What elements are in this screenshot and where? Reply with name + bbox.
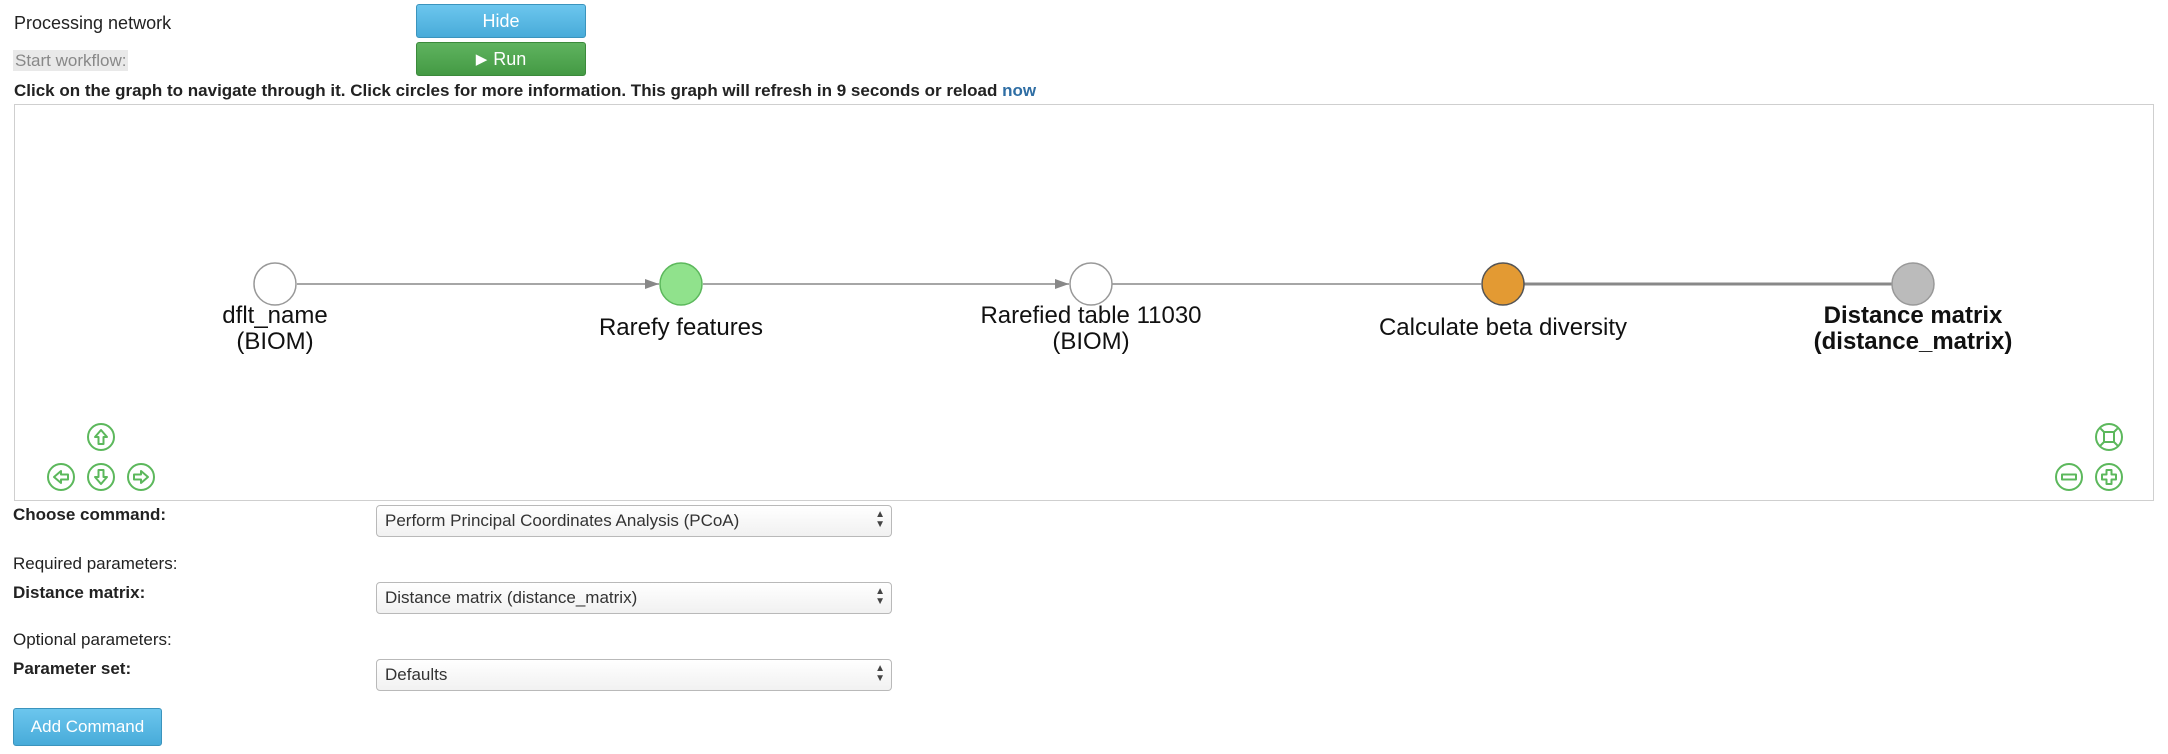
zoom-out-button[interactable]: [2055, 463, 2083, 491]
node-label-type: (distance_matrix): [1814, 328, 2013, 355]
distance-matrix-value: Distance matrix (distance_matrix): [385, 588, 638, 607]
select-arrows-icon: ▲ ▼: [875, 663, 885, 684]
parameter-set-label: Parameter set:: [13, 659, 132, 678]
pan-down-button[interactable]: [87, 463, 115, 491]
graph-instructions-text: Click on the graph to navigate through i…: [14, 81, 998, 100]
run-button[interactable]: ▶ Run: [416, 42, 586, 76]
node-dflt-name[interactable]: dflt_name (BIOM): [222, 262, 328, 355]
choose-command-label: Choose command:: [13, 505, 167, 524]
choose-command-value: Perform Principal Coordinates Analysis (…: [385, 511, 740, 530]
zoom-in-button[interactable]: [2095, 463, 2123, 491]
node-label: Calculate beta diversity: [1379, 314, 1627, 341]
fit-view-button[interactable]: [2095, 423, 2123, 451]
optional-parameters-heading: Optional parameters:: [13, 630, 172, 649]
distance-matrix-select[interactable]: Distance matrix (distance_matrix) ▲ ▼: [376, 582, 892, 614]
node-label: dflt_name: [222, 302, 327, 329]
node-distance-matrix[interactable]: Distance matrix (distance_matrix): [1814, 262, 2013, 355]
node-calculate-beta-diversity[interactable]: Calculate beta diversity: [1379, 262, 1627, 341]
parameter-set-value: Defaults: [385, 665, 448, 684]
required-parameters-heading: Required parameters:: [13, 554, 178, 573]
parameter-set-select[interactable]: Defaults ▲ ▼: [376, 659, 892, 691]
reload-now-link[interactable]: now: [1002, 81, 1036, 100]
pan-up-button[interactable]: [87, 423, 115, 451]
play-icon: ▶: [475, 51, 488, 68]
graph-instructions: Click on the graph to navigate through i…: [14, 81, 1036, 101]
node-label: Rarefy features: [599, 314, 763, 341]
hide-button[interactable]: Hide: [416, 4, 586, 38]
add-command-button[interactable]: Add Command: [13, 708, 162, 746]
processing-network-label: Processing network: [14, 13, 172, 33]
select-arrows-icon: ▲ ▼: [875, 509, 885, 530]
node-rarefied-table[interactable]: Rarefied table 11030 (BIOM): [980, 262, 1202, 355]
choose-command-select[interactable]: Perform Principal Coordinates Analysis (…: [376, 505, 892, 537]
pan-right-button[interactable]: [127, 463, 155, 491]
node-label: Distance matrix: [1824, 302, 2003, 329]
start-workflow-label: Start workflow:: [13, 50, 129, 71]
node-label: Rarefied table 11030: [980, 302, 1201, 329]
node-label-type: (BIOM): [236, 328, 313, 355]
select-arrows-icon: ▲ ▼: [875, 586, 885, 607]
node-label-type: (BIOM): [1052, 328, 1129, 355]
workflow-graph[interactable]: dflt_name (BIOM) Rarefy features Rarefie…: [14, 104, 2154, 501]
run-button-label: Run: [493, 48, 527, 69]
start-workflow-row: Start workflow:: [13, 50, 129, 71]
node-rarefy-features[interactable]: Rarefy features: [599, 262, 763, 341]
distance-matrix-label: Distance matrix:: [13, 583, 146, 602]
pan-left-button[interactable]: [47, 463, 75, 491]
